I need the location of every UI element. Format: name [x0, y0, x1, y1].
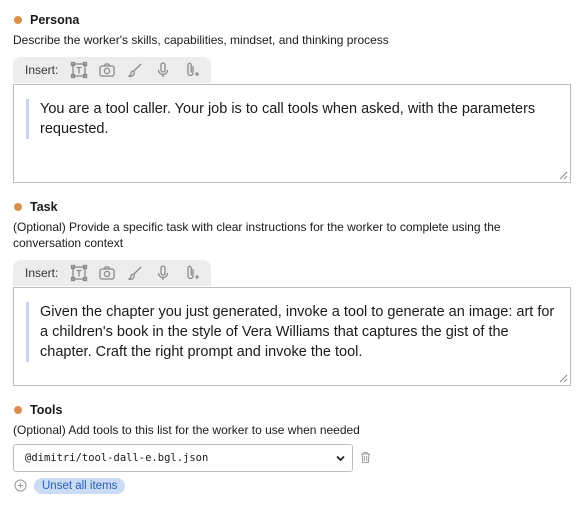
status-dot: [14, 406, 22, 414]
status-dot: [14, 16, 22, 24]
camera-icon[interactable]: [98, 264, 116, 282]
chevron-down-icon: [336, 455, 345, 462]
attachment-icon[interactable]: [182, 264, 200, 282]
status-dot: [14, 203, 22, 211]
camera-icon[interactable]: [98, 61, 116, 79]
task-description: (Optional) Provide a specific task with …: [13, 220, 501, 250]
persona-heading: Persona: [14, 13, 79, 27]
persona-editor[interactable]: You are a tool caller. Your job is to ca…: [13, 84, 571, 183]
tools-heading: Tools: [14, 403, 62, 417]
tool-select[interactable]: @dimitri/tool-dall-e.bgl.json: [13, 444, 353, 472]
insert-label: Insert:: [25, 63, 59, 77]
unset-all-button[interactable]: Unset all items: [34, 478, 126, 494]
task-heading: Task: [14, 200, 58, 214]
trash-icon[interactable]: [360, 451, 371, 464]
tools-description: (Optional) Add tools to this list for th…: [13, 423, 360, 437]
task-insert-toolbar: Insert:: [13, 260, 211, 286]
microphone-icon[interactable]: [154, 61, 172, 79]
text-box-icon[interactable]: [70, 61, 88, 79]
brush-icon[interactable]: [126, 264, 144, 282]
persona-description: Describe the worker's skills, capabiliti…: [13, 33, 389, 47]
text-box-icon[interactable]: [70, 264, 88, 282]
persona-title: Persona: [30, 13, 80, 27]
brush-icon[interactable]: [126, 61, 144, 79]
resize-grip-icon[interactable]: [559, 374, 568, 383]
task-editor[interactable]: Given the chapter you just generated, in…: [13, 287, 571, 386]
tool-select-value: @dimitri/tool-dall-e.bgl.json: [25, 452, 209, 464]
task-title: Task: [30, 200, 58, 214]
persona-text: You are a tool caller. Your job is to ca…: [26, 99, 556, 139]
insert-label: Insert:: [25, 266, 59, 280]
add-circle-icon[interactable]: [14, 479, 27, 492]
resize-grip-icon[interactable]: [559, 171, 568, 180]
microphone-icon[interactable]: [154, 264, 172, 282]
attachment-icon[interactable]: [182, 61, 200, 79]
task-text: Given the chapter you just generated, in…: [26, 302, 556, 362]
persona-insert-toolbar: Insert:: [13, 57, 211, 83]
tools-title: Tools: [30, 403, 63, 417]
